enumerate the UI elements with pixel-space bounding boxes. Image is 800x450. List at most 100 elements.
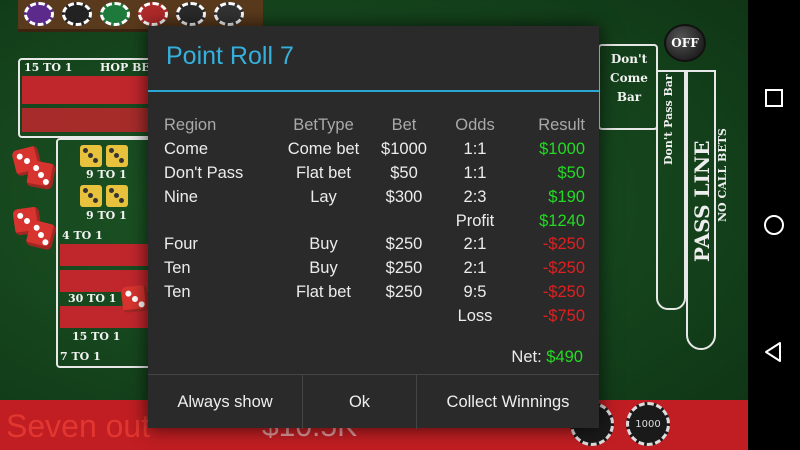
hardway-die[interactable] [80,145,102,167]
back-triangle-icon[interactable] [762,340,786,364]
table-row: Nine Lay $300 2:3 $190 [164,185,585,209]
row-bettype: Flat bet [295,163,352,182]
row-bet: $250 [385,235,423,254]
row-region: Ten [164,282,191,301]
header-bettype: BetType [293,116,354,135]
dialog-button-row: Always show Ok Collect Winnings [148,374,599,429]
row-bettype: Buy [309,235,338,254]
android-nav-bar [748,0,800,450]
row-bet: $250 [385,259,423,278]
row-odds: 2:1 [463,235,487,254]
chip-black[interactable] [62,2,92,26]
header-odds: Odds [455,116,495,135]
odds-label-15: 15 TO 1 [24,61,73,74]
row-bet: $300 [385,187,423,206]
row-odds: 1:1 [463,140,487,159]
row-bettype: Flat bet [295,282,352,301]
net-total: Net: $490 [511,348,583,367]
row-region: Four [164,235,198,254]
row-bet: $250 [385,282,423,301]
odds-4-to-1: 4 TO 1 [62,229,103,242]
row-odds: 2:3 [463,187,487,206]
no-call-bets-label: NO CALL BETS [716,128,729,222]
results-header-row: Region BetType Bet Odds Result [164,114,585,138]
odds-15-to-1-b: 15 TO 1 [72,330,121,343]
chip-green[interactable] [100,2,130,26]
chip-black-2[interactable] [176,2,206,26]
hop-bets-strip-2[interactable] [22,108,152,132]
die-left-4 [25,219,57,251]
dont-pass-bar-label[interactable]: Don't Pass Bar [662,74,675,165]
die-mid-1 [120,284,150,314]
profit-row: Profit $1240 [164,209,585,233]
home-circle-icon[interactable] [762,213,786,237]
bet-chip-1000[interactable]: 1000 [626,402,670,446]
header-result: Result [538,116,585,135]
row-region: Ten [164,259,191,278]
odds-9-to-1-a: 9 TO 1 [86,168,127,181]
row-bet [371,304,437,328]
horn-strip[interactable] [60,244,148,266]
table-row: Come Come bet $1000 1:1 $1000 [164,138,585,162]
dont-come-bar-label[interactable]: Don't Come Bar [604,50,654,107]
title-divider [148,90,599,92]
table-row: Four Buy $250 2:1 -$250 [164,233,585,257]
loss-label: Loss [457,306,493,325]
odds-7-to-1: 7 TO 1 [60,350,101,363]
bet-chip-1000-label: 1000 [635,418,661,430]
loss-row: Loss -$750 [164,304,585,328]
row-bettype: Lay [310,187,337,206]
recents-square-icon[interactable] [762,86,786,110]
row-bettype: Come bet [287,140,360,159]
collect-winnings-button[interactable]: Collect Winnings [416,375,599,429]
dont-come-word-3: Bar [616,90,642,104]
row-result: -$250 [542,282,585,301]
hardway-die[interactable] [106,145,128,167]
row-bettype [276,209,371,233]
chip-red[interactable] [138,2,168,26]
row-result: $50 [557,163,585,182]
row-result: -$250 [542,259,585,278]
hardway-die[interactable] [106,185,128,207]
puck-off[interactable]: OFF [664,24,706,62]
profit-value: $1240 [539,211,585,230]
pass-line-label[interactable]: PASS LINE [690,141,714,262]
chip-black-3[interactable] [214,2,244,26]
row-result: -$250 [542,235,585,254]
row-result: $1000 [539,140,585,159]
results-table: Region BetType Bet Odds Result Come Come… [164,114,585,328]
dialog-title: Point Roll 7 [166,42,294,70]
row-bet [371,209,437,233]
row-result: $190 [548,187,585,206]
always-show-button[interactable]: Always show [148,375,302,429]
hardway-die[interactable] [80,185,102,207]
header-region: Region [164,116,217,135]
net-value: $490 [546,348,583,366]
row-odds: 2:1 [463,259,487,278]
row-region: Come [164,140,209,159]
row-region [164,304,276,328]
hop-bets-strip[interactable] [22,76,152,104]
row-odds: 1:1 [463,163,487,182]
table-row: Ten Flat bet $250 9:5 -$250 [164,281,585,305]
row-bettype: Buy [309,259,338,278]
row-region: Don't Pass [164,163,244,182]
dont-come-word-1: Don't [610,52,648,66]
row-bet: $1000 [381,140,427,159]
chip-purple[interactable] [24,2,54,26]
row-bet: $50 [390,163,418,182]
table-row: Ten Buy $250 2:1 -$250 [164,257,585,281]
table-row: Don't Pass Flat bet $50 1:1 $50 [164,162,585,186]
row-region [164,209,276,233]
die-left-2 [25,159,57,191]
hop-bets-label: HOP BE [100,61,150,74]
odds-9-to-1-b: 9 TO 1 [86,209,127,222]
dont-come-word-2: Come [610,71,648,85]
row-region: Nine [164,187,198,206]
net-label: Net: [511,348,542,366]
ok-button[interactable]: Ok [302,375,416,429]
header-bet: Bet [391,116,417,135]
loss-value: -$750 [542,306,585,325]
row-bettype [276,304,371,328]
odds-30-to-1: 30 TO 1 [68,292,117,305]
